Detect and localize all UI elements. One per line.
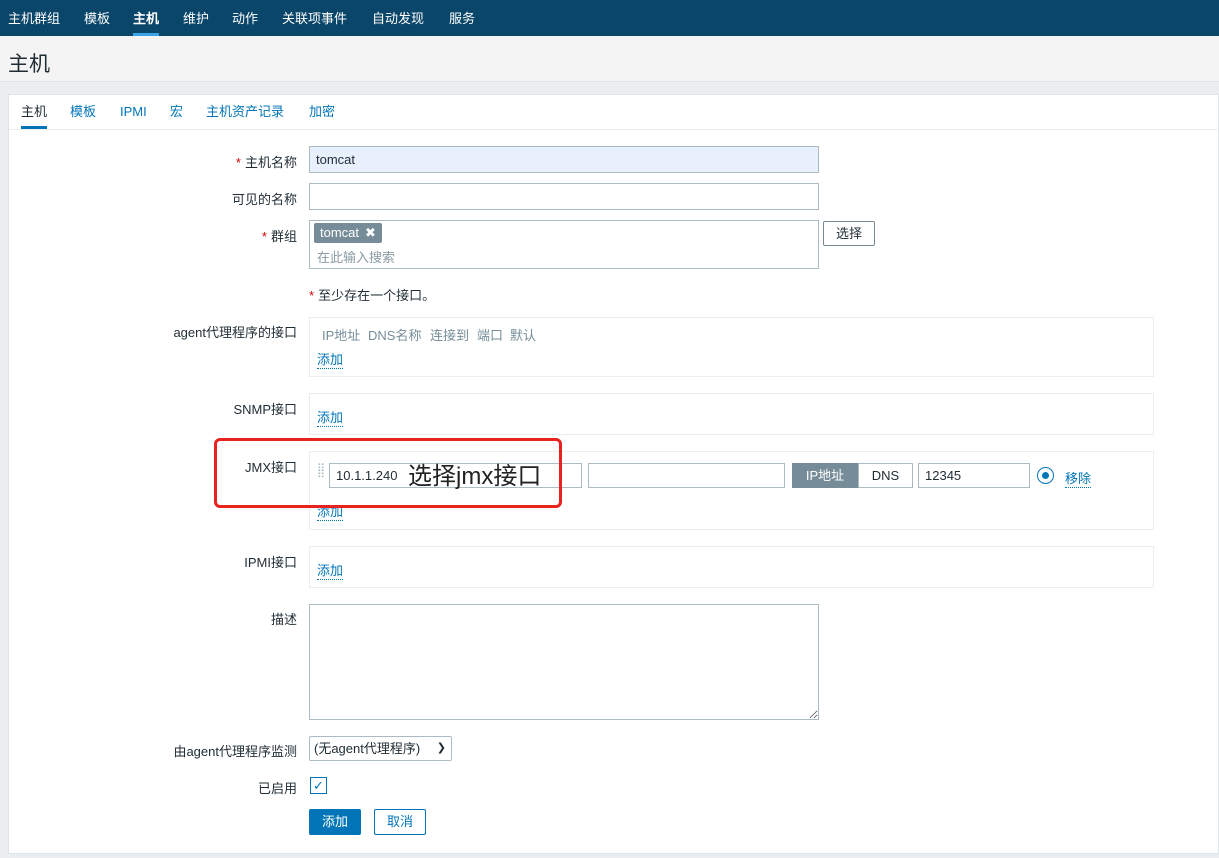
nav-discovery[interactable]: 自动发现 [372, 8, 424, 36]
select-groups-button[interactable]: 选择 [823, 221, 876, 246]
groups-multiselect[interactable]: tomcat ✖ 在此输入搜索 [309, 220, 819, 269]
enabled-checkbox[interactable]: ✓ [310, 777, 327, 794]
groups-label: * 群组 [261, 229, 297, 244]
column-connect: 连接到 [430, 328, 470, 343]
nav-templates[interactable]: 模板 [84, 8, 110, 36]
tab-encryption[interactable]: 加密 [309, 103, 335, 129]
jmx-port-input[interactable] [918, 463, 1030, 488]
tab-host[interactable]: 主机 [21, 103, 48, 129]
remove-jmx-interface-link[interactable]: 移除 [1065, 468, 1092, 488]
proxy-select[interactable]: (无agent代理程序) ❯ [309, 736, 452, 761]
chevron-down-icon: ❯ [436, 742, 446, 754]
snmp-interface-box: 添加 [309, 393, 1154, 435]
proxy-label: 由agent代理程序监测 [173, 744, 297, 759]
add-host-button[interactable]: 添加 [309, 809, 362, 835]
nav-correlation-events[interactable]: 关联项事件 [282, 8, 347, 36]
cancel-button[interactable]: 取消 [374, 809, 427, 835]
column-default: 默认 [510, 328, 537, 343]
add-agent-interface-link[interactable]: 添加 [317, 349, 344, 369]
jmx-dns-input[interactable] [588, 463, 785, 488]
remove-chip-icon[interactable]: ✖ [365, 225, 376, 240]
visible-name-input[interactable] [309, 183, 819, 210]
tab-inventory[interactable]: 主机资产记录 [206, 103, 284, 129]
nav-maintenance[interactable]: 维护 [183, 8, 209, 36]
tab-divider [9, 129, 1218, 130]
agent-interface-box: IP地址 DNS名称 连接到 端口 默认 添加 [309, 317, 1154, 377]
annotation-text: 选择jmx接口 [408, 463, 542, 490]
tab-templates[interactable]: 模板 [70, 103, 96, 129]
default-interface-radio[interactable] [1037, 467, 1054, 484]
agent-interface-label: agent代理程序的接口 [173, 325, 297, 340]
ipmi-interface-label: IPMI接口 [244, 555, 297, 570]
description-textarea[interactable] [309, 604, 819, 720]
column-dns: DNS名称 [368, 328, 422, 343]
nav-services[interactable]: 服务 [449, 8, 475, 36]
groups-search-placeholder[interactable]: 在此输入搜索 [317, 247, 395, 266]
hostname-label: * 主机名称 [235, 155, 297, 170]
nav-actions[interactable]: 动作 [232, 8, 258, 36]
top-nav: 主机群组 模板 主机 维护 动作 关联项事件 自动发现 服务 [0, 0, 1219, 36]
page-title: 主机 [8, 53, 50, 76]
host-form-card: 主机 模板 IPMI 宏 主机资产记录 加密 *主机名称 可见的名称 *群组 t… [8, 94, 1219, 854]
snmp-interface-label: SNMP接口 [233, 402, 297, 417]
add-snmp-interface-link[interactable]: 添加 [317, 407, 344, 427]
description-label: 描述 [270, 612, 297, 627]
nav-hosts[interactable]: 主机 [133, 8, 160, 36]
hostname-input[interactable] [309, 146, 819, 173]
column-port: 端口 [477, 328, 504, 343]
ipmi-interface-box: 添加 [309, 546, 1154, 588]
connect-dns-toggle[interactable]: DNS [858, 463, 913, 488]
enabled-label: 已启用 [257, 781, 297, 796]
interface-note: * 至少存在一个接口。 [309, 288, 436, 303]
title-bar: 主机 [0, 36, 1219, 82]
connect-ip-toggle[interactable]: IP地址 [792, 463, 858, 488]
visible-name-label: 可见的名称 [231, 192, 297, 207]
proxy-select-value: (无agent代理程序) [314, 741, 421, 756]
tab-macros[interactable]: 宏 [170, 103, 183, 129]
column-ip: IP地址 [322, 328, 361, 343]
group-chip: tomcat ✖ [314, 223, 382, 243]
add-ipmi-interface-link[interactable]: 添加 [317, 560, 344, 580]
nav-host-groups[interactable]: 主机群组 [8, 8, 60, 36]
tab-ipmi[interactable]: IPMI [120, 103, 147, 129]
